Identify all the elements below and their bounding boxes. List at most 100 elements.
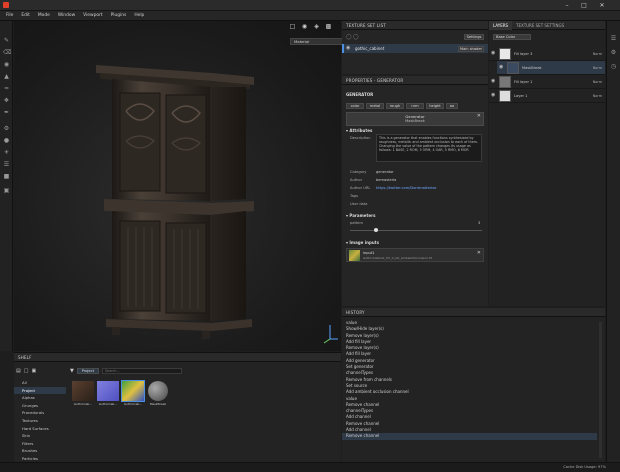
history-item[interactable]: Remove channel bbox=[342, 433, 597, 440]
layer-row[interactable]: ◉ Layer 1 Norm bbox=[489, 89, 605, 103]
render-icon[interactable]: ☀ bbox=[3, 149, 10, 156]
menu-window[interactable]: Window bbox=[54, 11, 79, 21]
shelf-item[interactable]: GothicCab... bbox=[72, 381, 94, 406]
layer-name: MaskBreak bbox=[522, 65, 542, 70]
eraser-icon[interactable]: ⌫ bbox=[3, 49, 11, 56]
projection-icon[interactable]: ◉ bbox=[3, 61, 10, 68]
shelf-search-input[interactable]: Search... bbox=[101, 367, 182, 374]
shelf-category-item[interactable]: Textures bbox=[14, 417, 66, 425]
shelf-category-item[interactable]: Grunges bbox=[14, 402, 66, 410]
eye-icon[interactable]: ◉ bbox=[499, 65, 504, 70]
author-value[interactable]: bemasteria bbox=[376, 178, 396, 182]
color-picker-icon[interactable]: ✒ bbox=[3, 109, 10, 116]
menu-viewport[interactable]: Viewport bbox=[79, 11, 106, 21]
pattern-slider-handle[interactable] bbox=[374, 228, 379, 232]
close-icon[interactable]: ✕ bbox=[477, 250, 481, 256]
menu-help[interactable]: Help bbox=[130, 11, 148, 21]
export-icon[interactable]: ☰ bbox=[3, 161, 10, 168]
shelf-category-item[interactable]: Filters bbox=[14, 440, 66, 448]
bake-icon[interactable]: ● bbox=[3, 137, 10, 144]
pattern-value[interactable]: 3 bbox=[478, 221, 480, 225]
import-icon[interactable]: ▣ bbox=[31, 368, 36, 374]
eye-icon[interactable]: ◉ bbox=[491, 79, 496, 84]
channel-ao-button[interactable]: ao bbox=[446, 102, 458, 109]
shelf-category-item[interactable]: Project bbox=[14, 386, 66, 395]
tab-texture-set-settings[interactable]: TEXTURE SET SETTINGS bbox=[512, 21, 568, 30]
generator-selector[interactable]: Generator MaskBreak ✕ bbox=[346, 112, 484, 126]
shelf-item[interactable]: GothicCab... bbox=[97, 381, 119, 406]
properties-panel-icon[interactable]: ⚙ bbox=[610, 49, 617, 56]
layer-thumbnail bbox=[507, 61, 519, 74]
settings-icon[interactable]: ⚙ bbox=[3, 125, 10, 132]
settings-dropdown[interactable]: Settings bbox=[464, 34, 484, 40]
generator-thumbnail bbox=[148, 381, 168, 401]
layer-row[interactable]: ◉ Fill layer 1 Norm bbox=[489, 75, 605, 89]
viewport-3d[interactable]: □ ◉ ◈ ▩ Material▾ bbox=[14, 21, 350, 351]
eye-icon[interactable]: ◉ bbox=[491, 93, 496, 98]
channel-color-button[interactable]: color bbox=[346, 102, 364, 109]
plugin-icon[interactable]: ■ bbox=[3, 173, 10, 180]
layer-name: Layer 1 bbox=[514, 93, 528, 98]
close-icon[interactable]: ✕ bbox=[595, 1, 609, 10]
new-item-icon[interactable]: □ bbox=[24, 368, 29, 374]
shelf-categories: All Project Alphas Grunges Procedurals Textur… bbox=[14, 379, 66, 463]
channel-rough-button[interactable]: rough bbox=[386, 102, 404, 109]
eye-icon[interactable]: ◉ bbox=[491, 51, 496, 56]
shelf-category-item[interactable]: Alphas bbox=[14, 394, 66, 402]
menu-mode[interactable]: Mode bbox=[34, 11, 54, 21]
category-value[interactable]: generator bbox=[376, 170, 394, 174]
paint-brush-icon[interactable]: ✎ bbox=[3, 37, 10, 44]
pattern-slider-track[interactable] bbox=[350, 230, 482, 231]
texture-set-item[interactable]: ◉ gothic_cabinet Main shader bbox=[342, 44, 488, 53]
maximize-icon[interactable]: □ bbox=[577, 1, 591, 10]
close-icon[interactable]: ✕ bbox=[477, 113, 481, 119]
filter-icon[interactable]: ▼ bbox=[70, 368, 74, 374]
shelf-category-item[interactable]: Hard Surfaces bbox=[14, 425, 66, 433]
channel-height-button[interactable]: height bbox=[426, 102, 444, 109]
image-input-slot[interactable]: input1 GothicCabinet_UV_0_AO_AmbientOccl… bbox=[346, 248, 484, 262]
channel-nrm-button[interactable]: nrm bbox=[406, 102, 424, 109]
tab-layers[interactable]: LAYERS bbox=[489, 20, 513, 30]
layer-row[interactable]: ◉ MaskBreak Norm bbox=[497, 61, 605, 75]
history-scrollbar[interactable] bbox=[599, 322, 602, 458]
eye-icon[interactable]: ◉ bbox=[346, 46, 351, 51]
author-url-value[interactable]: https://twitter.com/Dontmatterise bbox=[376, 186, 436, 190]
channel-metal-button[interactable]: metal bbox=[366, 102, 384, 109]
layer-blend[interactable]: Norm bbox=[593, 94, 602, 98]
menu-bar: File Edit Mode Window Viewport Plugins H… bbox=[0, 11, 620, 21]
menu-edit[interactable]: Edit bbox=[17, 11, 34, 21]
shelf-category-item[interactable]: Skin bbox=[14, 432, 66, 440]
shelf-item[interactable]: MaskBreak bbox=[147, 381, 169, 406]
description-textarea[interactable]: This is a generator that enables functio… bbox=[376, 134, 482, 162]
link-icon[interactable]: ◯ bbox=[353, 34, 359, 40]
channel-select[interactable]: Base Color bbox=[493, 34, 531, 40]
layer-blend[interactable]: Norm bbox=[593, 80, 602, 84]
shelf-item-label: GothicCab... bbox=[98, 402, 118, 406]
minimize-icon[interactable]: – bbox=[560, 1, 574, 10]
smudge-icon[interactable]: ≈ bbox=[3, 85, 10, 92]
folder-icon[interactable]: ▤ bbox=[16, 368, 21, 374]
history-panel-icon[interactable]: ◷ bbox=[610, 63, 617, 70]
layer-thumbnail bbox=[499, 89, 511, 102]
polygon-fill-icon[interactable]: ▲ bbox=[3, 73, 10, 80]
shelf-category-item[interactable]: All bbox=[14, 379, 66, 387]
texture-set-list-header: TEXTURE SET LIST bbox=[342, 21, 488, 30]
generator-name: MaskBreak bbox=[405, 119, 425, 123]
user-data-label: User data bbox=[350, 202, 368, 206]
texture-thumbnail bbox=[97, 381, 119, 401]
menu-file[interactable]: File bbox=[2, 11, 17, 21]
layer-row[interactable]: ◉ Fill layer 3 Norm bbox=[489, 47, 605, 61]
shader-select[interactable]: Main shader bbox=[458, 45, 484, 52]
shelf-category-item[interactable]: Brushes bbox=[14, 447, 66, 455]
shelf-category-item[interactable]: Procedurals bbox=[14, 409, 66, 417]
author-url-label: Author URL bbox=[350, 186, 371, 190]
layers-panel-icon[interactable]: ☰ bbox=[610, 35, 617, 42]
lock-icon[interactable]: ◯ bbox=[346, 34, 352, 40]
layer-blend[interactable]: Norm bbox=[593, 52, 602, 56]
layer-blend[interactable]: Norm bbox=[593, 66, 602, 70]
log-icon[interactable]: ▣ bbox=[3, 187, 10, 194]
menu-plugins[interactable]: Plugins bbox=[107, 11, 131, 21]
filter-chip[interactable]: Project bbox=[76, 367, 99, 374]
shelf-item[interactable]: GothicCab... bbox=[121, 380, 145, 406]
clone-icon[interactable]: ❖ bbox=[3, 97, 10, 104]
